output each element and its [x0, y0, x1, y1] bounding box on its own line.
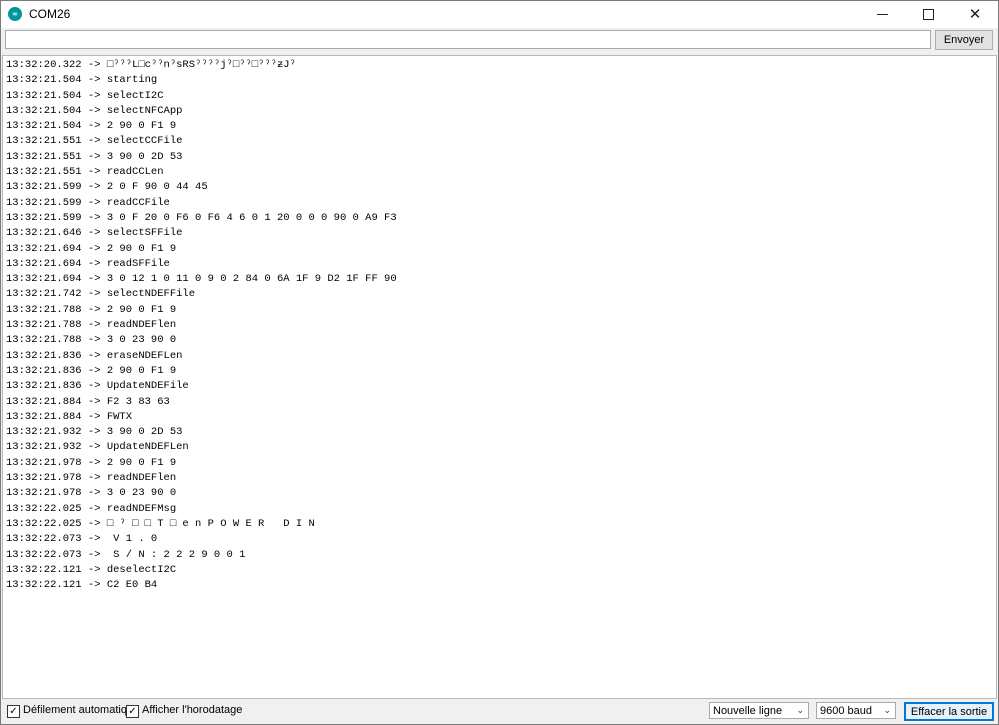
log-line: 13:32:21.504 -> selectI2C	[6, 89, 164, 102]
send-row: Envoyer	[1, 28, 998, 53]
maximize-button[interactable]	[906, 1, 952, 28]
arduino-logo-icon: ∞	[8, 7, 22, 21]
log-line: 13:32:21.599 -> 2 0 F 90 0 44 45	[6, 181, 208, 194]
send-input[interactable]	[5, 30, 931, 49]
log-line: 13:32:22.121 -> deselectI2C	[6, 563, 177, 576]
log-line: 13:32:21.932 -> 3 90 0 2D 53	[6, 426, 183, 439]
log-line: 13:32:21.836 -> UpdateNDEFile	[6, 380, 189, 393]
bottom-bar: ✓ Défilement automatique ✓ Afficher l'ho…	[1, 699, 998, 724]
log-line: 13:32:21.884 -> FWTX	[6, 410, 133, 423]
log-line: 13:32:22.025 -> readNDEFMsg	[6, 502, 177, 515]
log-line: 13:32:21.742 -> selectNDEFFile	[6, 288, 196, 301]
log-line: 13:32:21.694 -> 3 0 12 1 0 11 0 9 0 2 84…	[6, 273, 397, 286]
log-line: 13:32:22.073 -> V 1 . 0	[6, 533, 158, 546]
log-line: 13:32:21.932 -> UpdateNDEFLen	[6, 441, 189, 454]
close-icon: ✕	[968, 5, 982, 23]
log-line: 13:32:21.504 -> starting	[6, 74, 158, 87]
log-line: 13:32:21.551 -> readCCLen	[6, 166, 164, 179]
log-lines: 13:32:20.322 -> □ˀˀˀL□cˀˀnˀsRSˀˀˀˀjˀ□ˀˀ□…	[6, 58, 397, 593]
line-ending-select[interactable]: Nouvelle ligne ⌄	[709, 702, 809, 719]
log-line: 13:32:21.978 -> 3 0 23 90 0	[6, 487, 177, 500]
log-line: 13:32:21.551 -> selectCCFile	[6, 135, 183, 148]
log-line: 13:32:21.884 -> F2 3 83 63	[6, 395, 170, 408]
log-line: 13:32:21.788 -> readNDEFlen	[6, 319, 177, 332]
window-title: COM26	[29, 7, 71, 21]
log-line: 13:32:22.121 -> C2 E0 B4	[6, 579, 158, 592]
log-line: 13:32:21.694 -> 2 90 0 F1 9	[6, 242, 177, 255]
log-line: 13:32:22.073 -> S / N : 2 2 2 9 0 0 1	[6, 548, 246, 561]
title-bar[interactable]: ∞ COM26 ✕	[1, 1, 998, 28]
send-button[interactable]: Envoyer	[935, 30, 993, 50]
log-line: 13:32:20.322 -> □ˀˀˀL□cˀˀnˀsRSˀˀˀˀjˀ□ˀˀ□…	[6, 59, 296, 71]
log-line: 13:32:21.599 -> readCCFile	[6, 196, 170, 209]
baud-select[interactable]: 9600 baud ⌄	[816, 702, 896, 719]
log-line: 13:32:21.836 -> eraseNDEFLen	[6, 349, 183, 362]
timestamp-checkbox[interactable]: ✓	[126, 705, 139, 718]
log-line: 13:32:21.836 -> 2 90 0 F1 9	[6, 364, 177, 377]
minimize-icon	[877, 14, 888, 15]
log-line: 13:32:21.504 -> 2 90 0 F1 9	[6, 120, 177, 133]
close-button[interactable]: ✕	[952, 1, 998, 28]
chevron-down-icon: ⌄	[883, 706, 891, 716]
log-line: 13:32:21.599 -> 3 0 F 20 0 F6 0 F6 4 6 0…	[6, 211, 397, 224]
serial-monitor-window: ∞ COM26 ✕ Envoyer 13:32:20.322 -> □ˀˀˀL□…	[0, 0, 999, 725]
log-line: 13:32:21.504 -> selectNFCApp	[6, 104, 183, 117]
chevron-down-icon: ⌄	[796, 706, 804, 716]
log-line: 13:32:21.978 -> readNDEFlen	[6, 472, 177, 485]
log-line: 13:32:21.551 -> 3 90 0 2D 53	[6, 150, 183, 163]
log-line: 13:32:21.788 -> 2 90 0 F1 9	[6, 303, 177, 316]
log-line: 13:32:21.788 -> 3 0 23 90 0	[6, 334, 177, 347]
autoscroll-checkbox[interactable]: ✓	[7, 705, 20, 718]
log-line: 13:32:21.978 -> 2 90 0 F1 9	[6, 456, 177, 469]
serial-output[interactable]: 13:32:20.322 -> □ˀˀˀL□cˀˀnˀsRSˀˀˀˀjˀ□ˀˀ□…	[2, 55, 997, 699]
log-line: 13:32:22.025 -> □ ˀ □ □ T □ e n P O W E …	[6, 517, 315, 530]
clear-output-button[interactable]: Effacer la sortie	[904, 702, 994, 721]
timestamp-label: Afficher l'horodatage	[142, 704, 243, 716]
maximize-icon	[923, 9, 934, 20]
autoscroll-label: Défilement automatique	[23, 704, 140, 716]
minimize-button[interactable]	[860, 1, 906, 28]
log-line: 13:32:21.694 -> readSFFile	[6, 257, 170, 270]
line-ending-value: Nouvelle ligne	[713, 705, 783, 717]
baud-value: 9600 baud	[820, 705, 872, 717]
log-line: 13:32:21.646 -> selectSFFile	[6, 227, 183, 240]
